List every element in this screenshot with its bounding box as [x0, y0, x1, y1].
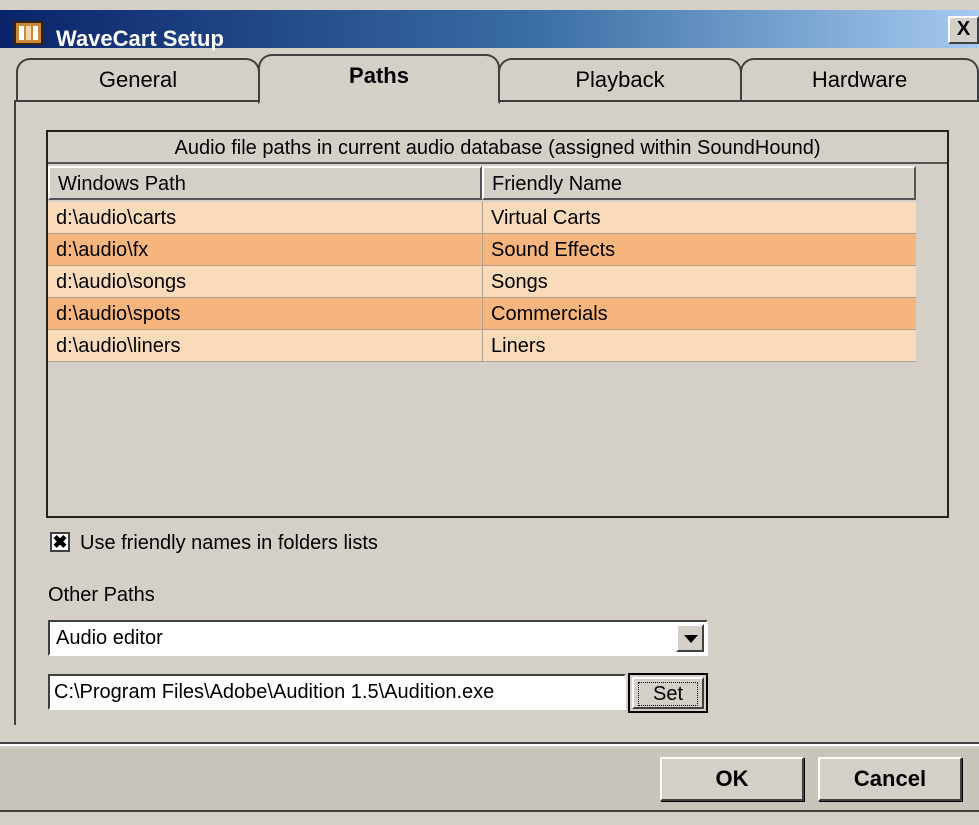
dropdown-button[interactable]: [676, 624, 704, 652]
title-bar[interactable]: WaveCart Setup: [0, 10, 979, 51]
column-header-friendly-name[interactable]: Friendly Name: [482, 166, 916, 200]
close-icon: X: [956, 18, 971, 40]
table-row[interactable]: d:\audio\liners Liners: [48, 330, 916, 362]
separator: [0, 742, 979, 746]
other-paths-dropdown[interactable]: Audio editor: [48, 620, 708, 656]
table-caption: Audio file paths in current audio databa…: [48, 132, 947, 164]
checkbox-check-icon: ✖: [52, 532, 68, 552]
column-header-windows-path[interactable]: Windows Path: [48, 166, 482, 200]
window-title: WaveCart Setup: [56, 26, 224, 51]
set-button-label: Set: [638, 682, 698, 706]
cell-friendly-name: Sound Effects: [482, 234, 916, 266]
tab-playback[interactable]: Playback: [498, 58, 742, 100]
ok-button[interactable]: OK: [660, 757, 804, 801]
table-row[interactable]: d:\audio\fx Sound Effects: [48, 234, 916, 266]
table-row[interactable]: d:\audio\songs Songs: [48, 266, 916, 298]
friendly-names-checkbox[interactable]: ✖: [50, 532, 70, 552]
app-icon: [14, 20, 44, 46]
set-button[interactable]: Set: [628, 673, 708, 713]
tab-label: Hardware: [811, 67, 908, 92]
tab-label: Paths: [349, 63, 409, 88]
cell-friendly-name: Virtual Carts: [482, 202, 916, 234]
cell-friendly-name: Liners: [482, 330, 916, 362]
close-button[interactable]: X: [948, 16, 979, 44]
other-paths-label: Other Paths: [48, 584, 155, 606]
cancel-button[interactable]: Cancel: [818, 757, 962, 801]
cell-friendly-name: Songs: [482, 266, 916, 298]
tab-label: General: [98, 67, 178, 92]
tab-general[interactable]: General: [16, 58, 260, 100]
cell-windows-path: d:\audio\carts: [56, 207, 177, 229]
chevron-down-icon: [684, 635, 698, 643]
cell-windows-path: d:\audio\liners: [56, 335, 181, 357]
set-button-face: Set: [632, 677, 704, 709]
friendly-names-label[interactable]: Use friendly names in folders lists: [80, 528, 378, 558]
tab-label: Playback: [575, 67, 665, 92]
cell-windows-path: d:\audio\fx: [56, 239, 149, 261]
audio-paths-table: Audio file paths in current audio databa…: [46, 130, 949, 518]
table-row[interactable]: d:\audio\carts Virtual Carts: [48, 202, 916, 234]
tab-hardware[interactable]: Hardware: [740, 58, 979, 100]
path-input[interactable]: C:\Program Files\Adobe\Audition 1.5\Audi…: [48, 674, 626, 710]
cell-windows-path: d:\audio\spots: [56, 303, 181, 325]
cell-friendly-name: Commercials: [482, 298, 916, 330]
dropdown-selected-value: Audio editor: [56, 627, 163, 649]
cell-windows-path: d:\audio\songs: [56, 271, 187, 293]
table-row[interactable]: d:\audio\spots Commercials: [48, 298, 916, 330]
tab-paths[interactable]: Paths: [258, 54, 500, 104]
